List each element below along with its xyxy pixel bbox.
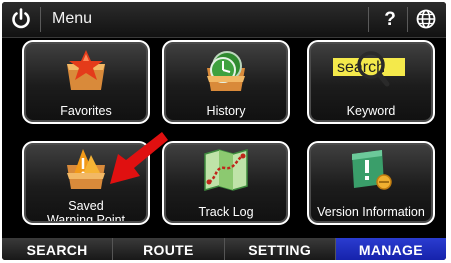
red-arrow-annotation bbox=[110, 132, 168, 184]
history-label: History bbox=[206, 104, 246, 118]
top-bar-divider bbox=[407, 7, 408, 32]
version-information-button[interactable]: Version Information bbox=[307, 141, 435, 225]
power-icon bbox=[12, 8, 30, 29]
power-button[interactable] bbox=[8, 6, 34, 32]
navigation-screen: Menu ? Favorites History search Keyword … bbox=[2, 2, 446, 260]
tab-search[interactable]: SEARCH bbox=[2, 238, 114, 260]
track-log-label: Track Log bbox=[198, 205, 254, 219]
version-information-label: Version Information bbox=[317, 205, 425, 219]
track-log-icon bbox=[204, 149, 248, 191]
favorites-label: Favorites bbox=[60, 104, 112, 118]
top-bar-divider bbox=[368, 7, 369, 32]
tile-face: Track Log bbox=[164, 143, 288, 223]
saved-warning-point-label: Saved Warning Point bbox=[26, 199, 146, 223]
top-bar-divider bbox=[40, 7, 41, 32]
keyword-button[interactable]: search Keyword bbox=[307, 40, 435, 124]
tab-setting[interactable]: SETTING bbox=[225, 238, 336, 260]
help-button[interactable]: ? bbox=[378, 6, 402, 32]
top-bar: Menu ? bbox=[2, 2, 446, 38]
tile-face: Version Information bbox=[309, 143, 433, 223]
bottom-nav: SEARCH ROUTE SETTING MANAGE bbox=[2, 238, 446, 260]
version-info-icon bbox=[352, 150, 392, 190]
tab-manage[interactable]: MANAGE bbox=[335, 238, 446, 260]
tile-face: History bbox=[164, 42, 288, 122]
page-title: Menu bbox=[52, 10, 93, 27]
saved-warning-point-label-line2: Warning Point bbox=[46, 213, 126, 223]
favorites-button[interactable]: Favorites bbox=[22, 40, 150, 124]
tile-face: Favorites bbox=[24, 42, 148, 122]
language-button[interactable] bbox=[414, 7, 438, 31]
keyword-icon: search bbox=[333, 51, 405, 87]
warning-point-icon bbox=[67, 149, 105, 189]
saved-warning-point-label-line1: Saved bbox=[68, 199, 104, 213]
history-icon bbox=[207, 51, 245, 91]
history-button[interactable]: History bbox=[162, 40, 290, 124]
keyword-label: Keyword bbox=[346, 104, 396, 118]
globe-icon bbox=[416, 9, 436, 29]
track-log-button[interactable]: Track Log bbox=[162, 141, 290, 225]
favorites-icon bbox=[67, 50, 105, 90]
tab-route[interactable]: ROUTE bbox=[113, 238, 225, 260]
tile-face: search Keyword bbox=[309, 42, 433, 122]
